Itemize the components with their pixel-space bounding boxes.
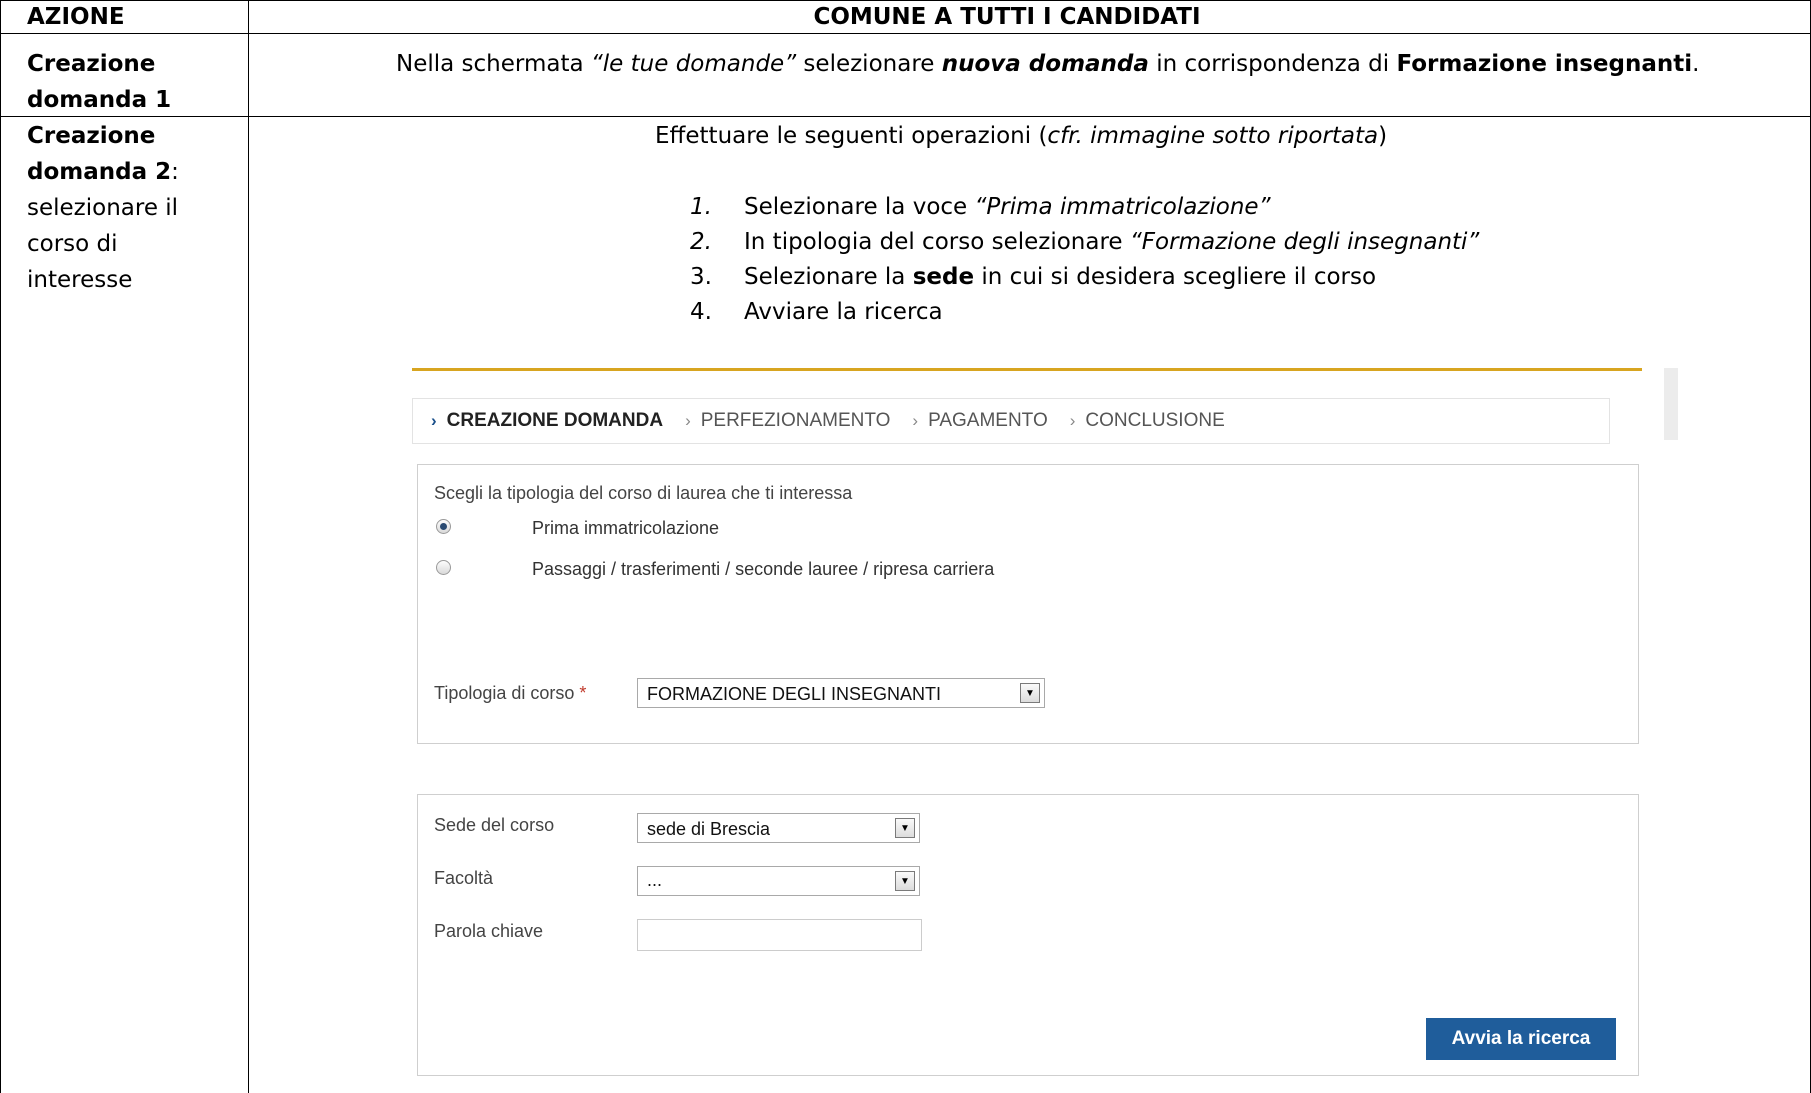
instruction-step: 3. Selezionare la sede in cui si desidera… (690, 264, 1377, 290)
instruction-step: 1. Selezionare la voce “Prima immatricola… (690, 194, 1271, 220)
course-type-panel: Scegli la tipologia del corso di laurea … (417, 464, 1639, 744)
sede-select[interactable]: sede di Brescia ▼ (637, 813, 920, 843)
keyword-input[interactable] (637, 919, 922, 951)
chevron-down-icon[interactable]: ▼ (895, 818, 915, 838)
course-type-select-value: FORMAZIONE DEGLI INSEGNANTI (647, 684, 942, 704)
instruction-step: 4. Avviare la ricerca (690, 299, 943, 325)
sede-select-value: sede di Brescia (647, 819, 771, 839)
instruction-document: AZIONE COMUNE A TUTTI I CANDIDATI Creazi… (0, 0, 1811, 1093)
radio-label-passaggi-trasferimenti[interactable]: Passaggi / trasferimenti / seconde laure… (532, 559, 994, 580)
accent-bar (412, 368, 1642, 371)
application-screenshot: › CREAZIONE DOMANDA › PERFEZIONAMENTO › PAG… (412, 366, 1682, 1093)
facolta-select-value: ... (647, 870, 663, 890)
instruction-steps: 1. Selezionare la voce “Prima immatricola… (690, 190, 1479, 330)
required-mark: * (579, 683, 587, 703)
row1-action-line2: domanda 1 (27, 87, 172, 113)
row1-instruction: Nella schermata “le tue domande” selezio… (396, 51, 1700, 77)
table-column-divider (248, 0, 249, 1093)
chevron-down-icon[interactable]: ▼ (1020, 683, 1040, 703)
instruction-step: 2. In tipologia del corso selezionare “Fo… (690, 229, 1480, 255)
row2-action-line4: corso di (27, 231, 118, 257)
header-row-divider (0, 33, 1811, 34)
facolta-select[interactable]: ... ▼ (637, 866, 920, 896)
facolta-label: Facoltà (434, 868, 494, 888)
radio-passaggi-trasferimenti[interactable] (436, 560, 451, 575)
course-type-question: Scegli la tipologia del corso di laurea … (434, 483, 853, 503)
course-type-label: Tipologia di corso * (434, 683, 587, 703)
step-conclusione: › CONCLUSIONE (1069, 410, 1225, 431)
radio-prima-immatricolazione[interactable] (436, 519, 451, 534)
scrollbar[interactable] (1664, 368, 1678, 440)
chevron-down-icon[interactable]: ▼ (895, 871, 915, 891)
chevron-right-icon: › (685, 411, 691, 430)
header-comune: COMUNE A TUTTI I CANDIDATI (813, 4, 1201, 30)
chevron-right-icon: › (912, 411, 919, 430)
table-border-left (0, 0, 1, 1093)
step-pagamento: › PAGAMENTO (912, 410, 1048, 431)
row2-action-line1: Creazione (27, 123, 156, 149)
search-button[interactable]: Avvia la ricerca (1426, 1018, 1616, 1060)
step-perfezionamento: › PERFEZIONAMENTO (685, 410, 891, 431)
row2-action-line3: selezionare il (27, 195, 179, 221)
step-creazione-domanda: › CREAZIONE DOMANDA (431, 410, 664, 431)
progress-steps: › CREAZIONE DOMANDA › PERFEZIONAMENTO › PAG… (412, 398, 1610, 444)
row1-action-line1: Creazione (27, 51, 156, 77)
keyword-label: Parola chiave (434, 921, 544, 941)
course-type-select[interactable]: FORMAZIONE DEGLI INSEGNANTI ▼ (637, 678, 1045, 708)
chevron-right-icon: › (431, 411, 437, 430)
radio-label-prima-immatricolazione[interactable]: Prima immatricolazione (532, 518, 719, 539)
chevron-right-icon: › (1069, 411, 1076, 430)
sede-label: Sede del corso (434, 815, 555, 835)
row2-intro: Effettuare le seguenti operazioni (cfr. … (655, 123, 1388, 149)
row1-divider (0, 116, 1811, 117)
row2-action-line2: domanda 2: (27, 159, 179, 185)
row2-action-line5: interesse (27, 267, 133, 293)
